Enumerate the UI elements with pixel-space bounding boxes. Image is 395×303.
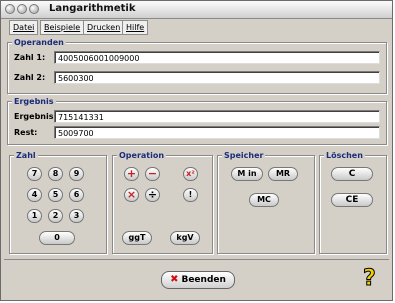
zahl2-label: Zahl 2: xyxy=(14,73,46,82)
title-bar: Langarithmetik xyxy=(1,1,392,19)
ergebnis-group: Ergebnis Ergebnis: 715141331 Rest: 50097… xyxy=(7,96,387,145)
speicher-legend: Speicher xyxy=(222,150,266,161)
kgv-button[interactable]: kgV xyxy=(170,231,200,245)
clear-button[interactable]: C xyxy=(331,167,373,181)
key-1-button[interactable]: 1 xyxy=(27,209,42,223)
close-window-button[interactable] xyxy=(5,4,15,14)
speicher-group: Speicher M in MR MC xyxy=(217,150,315,254)
clear-entry-button[interactable]: CE xyxy=(331,193,373,207)
key-0-button[interactable]: 0 xyxy=(39,231,75,245)
key-9-button[interactable]: 9 xyxy=(69,167,84,181)
app-window: Langarithmetik Datei Beispiele Drucken H… xyxy=(0,0,393,301)
memory-in-button[interactable]: M in xyxy=(231,167,263,181)
zahl1-label: Zahl 1: xyxy=(14,53,46,62)
menu-bar: Datei Beispiele Drucken Hilfe xyxy=(3,19,390,35)
key-8-button[interactable]: 8 xyxy=(48,167,63,181)
operation-group: Operation + − x² × ÷ ! ggT kgV xyxy=(112,150,213,254)
window-title: Langarithmetik xyxy=(49,3,136,14)
menu-hilfe[interactable]: Hilfe xyxy=(122,20,149,35)
operation-legend: Operation xyxy=(117,150,167,161)
ergebnis-output: 715141331 xyxy=(54,110,380,123)
power-button[interactable]: x² xyxy=(183,167,198,181)
memory-clear-button[interactable]: MC xyxy=(249,193,279,207)
rest-label: Rest: xyxy=(14,128,38,137)
maximize-window-button[interactable] xyxy=(29,4,39,14)
loeschen-group: Löschen C CE xyxy=(319,150,387,254)
menu-datei[interactable]: Datei xyxy=(9,20,39,35)
beenden-label: Beenden xyxy=(181,275,226,285)
minimize-window-button[interactable] xyxy=(17,4,27,14)
operanden-group: Operanden Zahl 1: 4005006001009000 Zahl … xyxy=(7,37,387,94)
zahl2-input[interactable]: 5600300 xyxy=(54,71,380,84)
ergebnis-label: Ergebnis: xyxy=(14,112,57,121)
times-button[interactable]: × xyxy=(124,188,139,202)
plus-button[interactable]: + xyxy=(124,167,139,181)
key-2-button[interactable]: 2 xyxy=(48,209,63,223)
menu-beispiele[interactable]: Beispiele xyxy=(40,20,85,35)
zahl-group: Zahl 7 8 9 4 5 6 1 2 3 0 xyxy=(9,150,107,254)
ggt-button[interactable]: ggT xyxy=(122,231,152,245)
loeschen-legend: Löschen xyxy=(324,150,365,161)
key-6-button[interactable]: 6 xyxy=(69,188,84,202)
zahl1-input[interactable]: 4005006001009000 xyxy=(54,51,380,64)
key-4-button[interactable]: 4 xyxy=(27,188,42,202)
ergebnis-legend: Ergebnis xyxy=(12,96,56,107)
factorial-button[interactable]: ! xyxy=(183,188,198,202)
key-3-button[interactable]: 3 xyxy=(69,209,84,223)
rest-output: 5009700 xyxy=(54,126,380,139)
key-5-button[interactable]: 5 xyxy=(48,188,63,202)
minus-button[interactable]: − xyxy=(145,167,160,181)
menu-drucken[interactable]: Drucken xyxy=(83,20,125,35)
key-7-button[interactable]: 7 xyxy=(27,167,42,181)
operanden-legend: Operanden xyxy=(12,37,66,48)
close-x-icon: ✖ xyxy=(170,274,179,285)
help-icon[interactable]: ? xyxy=(363,266,377,292)
divide-button[interactable]: ÷ xyxy=(145,188,160,202)
beenden-button[interactable]: ✖ Beenden xyxy=(161,271,235,289)
memory-recall-button[interactable]: MR xyxy=(268,167,298,181)
zahl-legend: Zahl xyxy=(14,150,38,161)
